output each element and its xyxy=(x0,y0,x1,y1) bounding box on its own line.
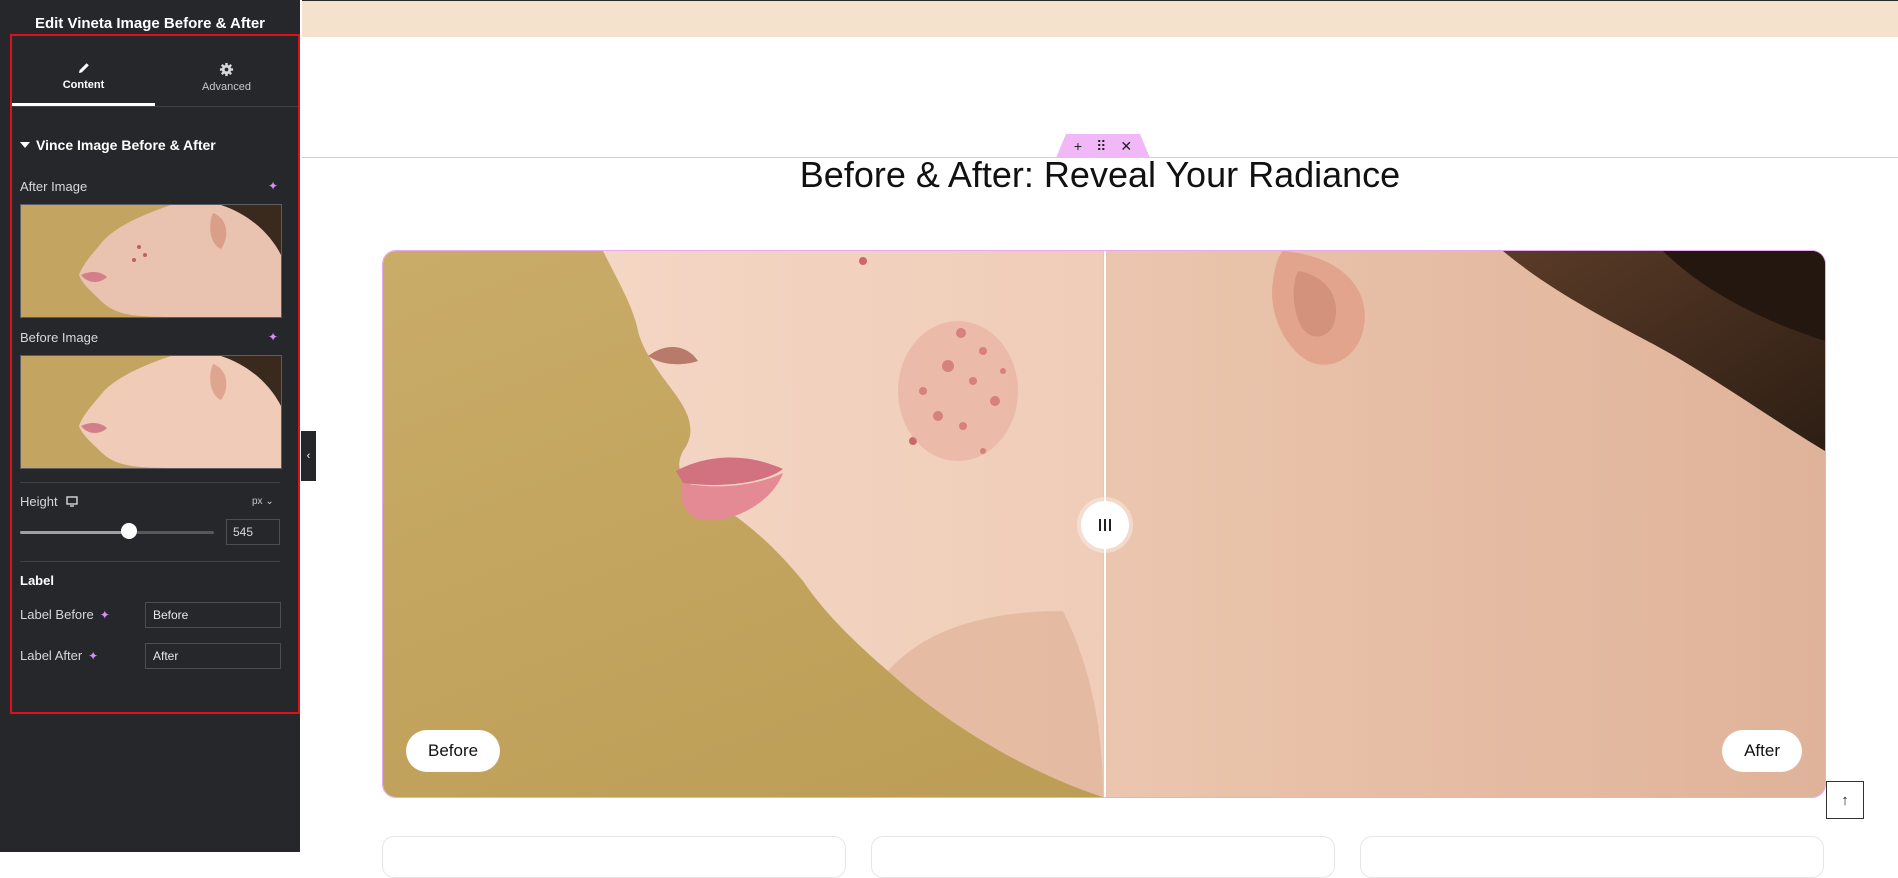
tab-content-label: Content xyxy=(62,78,105,91)
unit-selector[interactable]: px ⌄ xyxy=(252,496,274,507)
separator xyxy=(20,482,280,483)
chevron-down-icon: ⌄ xyxy=(265,496,274,507)
before-after-widget[interactable]: Before After xyxy=(382,250,1826,798)
height-label-row: Height xyxy=(20,494,78,509)
editor-panel: Edit Vineta Image Before & After Content… xyxy=(0,0,300,852)
before-image-thumbnail[interactable] xyxy=(20,355,282,469)
label-before-row: Label Before ✦ xyxy=(20,607,110,622)
drag-bars-icon xyxy=(1099,519,1111,531)
ai-sparkle-icon[interactable]: ✦ xyxy=(268,330,278,344)
ai-sparkle-icon[interactable]: ✦ xyxy=(88,649,98,663)
label-heading: Label xyxy=(20,573,54,588)
card xyxy=(871,836,1335,878)
chevron-left-icon: ‹ xyxy=(306,450,311,462)
header-band xyxy=(302,0,1898,37)
ai-sparkle-icon[interactable]: ✦ xyxy=(100,608,110,622)
gear-icon xyxy=(219,62,234,76)
page-heading: Before & After: Reveal Your Radiance xyxy=(799,154,1401,195)
label-after-input[interactable] xyxy=(145,643,281,669)
collapse-panel-button[interactable]: ‹ xyxy=(301,431,316,481)
before-label: Before xyxy=(406,730,501,772)
after-label: After xyxy=(1722,730,1802,772)
comparison-drag-handle[interactable] xyxy=(1081,501,1129,549)
card xyxy=(382,836,846,878)
section-toggle[interactable]: Vince Image Before & After xyxy=(20,137,216,153)
drag-handle-icon[interactable]: ⠿ xyxy=(1096,138,1106,155)
pencil-icon xyxy=(78,62,89,73)
height-slider-handle[interactable] xyxy=(120,523,137,539)
unit-value: px xyxy=(252,496,263,507)
after-image-label: After Image xyxy=(20,179,88,194)
height-input[interactable] xyxy=(226,519,280,545)
arrow-up-icon: ↑ xyxy=(1841,791,1849,809)
height-label: Height xyxy=(20,494,58,509)
after-image-thumbnail[interactable] xyxy=(20,204,282,318)
scroll-to-top-button[interactable]: ↑ xyxy=(1826,781,1864,819)
label-after-row: Label After ✦ xyxy=(20,648,98,663)
ai-sparkle-icon[interactable]: ✦ xyxy=(268,179,278,193)
label-before-input[interactable] xyxy=(145,602,281,628)
panel-tabs: Content Advanced xyxy=(12,48,298,107)
card xyxy=(1360,836,1824,878)
separator xyxy=(20,561,280,562)
panel-title: Edit Vineta Image Before & After xyxy=(34,14,266,32)
tab-advanced[interactable]: Advanced xyxy=(155,48,298,106)
delete-section-icon[interactable]: ✕ xyxy=(1120,138,1132,155)
height-slider-fill xyxy=(20,531,129,534)
label-after-label: Label After xyxy=(20,648,83,663)
tab-advanced-label: Advanced xyxy=(202,80,251,93)
before-image-label: Before Image xyxy=(20,330,99,345)
tab-content[interactable]: Content xyxy=(12,48,155,106)
desktop-icon[interactable] xyxy=(65,496,78,507)
height-slider-track[interactable] xyxy=(20,531,214,534)
label-before-label: Label Before xyxy=(20,607,94,622)
section-title: Vince Image Before & After xyxy=(36,137,216,153)
add-section-icon[interactable]: + xyxy=(1074,138,1082,154)
top-border xyxy=(302,0,1898,1)
caret-down-icon xyxy=(20,142,30,148)
